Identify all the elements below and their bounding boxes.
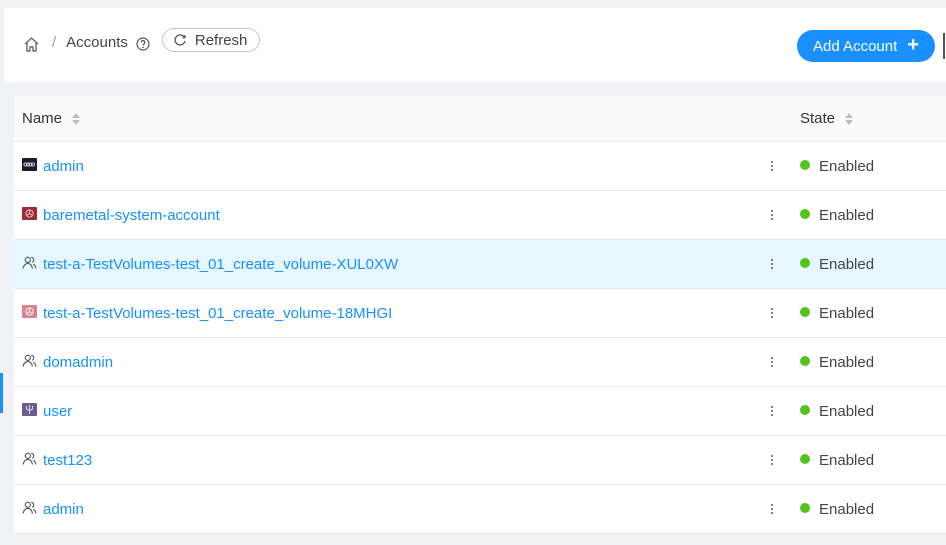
more-actions-icon[interactable] xyxy=(762,448,782,472)
table-row[interactable]: domadmin Enabled xyxy=(14,338,946,387)
state-cell: Enabled xyxy=(800,387,874,435)
user-group-icon xyxy=(22,451,37,466)
more-actions-icon[interactable] xyxy=(762,497,782,521)
status-text: Enabled xyxy=(819,304,875,322)
more-actions-icon[interactable] xyxy=(762,154,782,178)
name-cell: test123 xyxy=(22,436,92,484)
more-actions-icon[interactable] xyxy=(762,350,782,374)
account-name-link[interactable]: baremetal-system-account xyxy=(43,207,220,224)
avatar-pink-emblem-icon xyxy=(22,304,37,318)
more-actions-icon[interactable] xyxy=(762,203,782,227)
state-cell: Enabled xyxy=(800,191,874,239)
account-name-link[interactable]: test123 xyxy=(43,452,92,469)
status-dot-icon xyxy=(800,258,810,268)
page-title: Accounts xyxy=(66,33,128,51)
top-strip xyxy=(0,0,946,8)
account-name-link[interactable]: test-a-TestVolumes-test_01_create_volume… xyxy=(43,256,398,273)
add-account-label: Add Account xyxy=(813,37,898,55)
name-cell: admin xyxy=(22,142,84,190)
name-cell: baremetal-system-account xyxy=(22,191,220,239)
name-cell: test-a-TestVolumes-test_01_create_volume… xyxy=(22,289,392,337)
sidebar-active-indicator xyxy=(0,373,3,413)
status-text: Enabled xyxy=(819,451,875,469)
reload-icon xyxy=(173,33,187,47)
status-dot-icon xyxy=(800,405,810,415)
plus-icon: + xyxy=(907,34,919,56)
name-cell: user xyxy=(22,387,72,435)
state-cell: Enabled xyxy=(800,142,874,190)
column-label-name: Name xyxy=(22,110,63,127)
status-dot-icon xyxy=(800,160,810,170)
account-name-link[interactable]: domadmin xyxy=(43,354,113,371)
account-name-link[interactable]: user xyxy=(43,403,72,420)
column-header-state[interactable]: State xyxy=(800,96,854,141)
state-cell: Enabled xyxy=(800,289,874,337)
user-group-icon xyxy=(22,353,37,368)
table-row[interactable]: test123 Enabled xyxy=(14,436,946,485)
account-name-link[interactable]: admin xyxy=(43,158,84,175)
column-header-name[interactable]: Name xyxy=(22,96,81,141)
name-cell: domadmin xyxy=(22,338,113,386)
avatar-red-emblem-icon xyxy=(22,206,37,220)
status-dot-icon xyxy=(800,209,810,219)
refresh-label: Refresh xyxy=(194,31,248,49)
status-text: Enabled xyxy=(819,206,875,224)
status-text: Enabled xyxy=(819,500,875,518)
name-cell: test-a-TestVolumes-test_01_create_volume… xyxy=(22,240,398,288)
user-group-icon xyxy=(22,255,37,270)
breadcrumb: / Accounts Refresh xyxy=(22,24,261,60)
more-actions-icon[interactable] xyxy=(762,301,782,325)
refresh-button[interactable]: Refresh xyxy=(161,28,261,52)
sort-icon[interactable] xyxy=(845,112,854,125)
status-text: Enabled xyxy=(819,402,875,420)
table-row[interactable]: test-a-TestVolumes-test_01_create_volume… xyxy=(14,289,946,338)
state-cell: Enabled xyxy=(800,485,874,533)
table-body: admin Enabled baremetal-system-account Enab… xyxy=(14,142,946,534)
table-row[interactable]: test-a-TestVolumes-test_01_create_volume… xyxy=(14,240,946,289)
table-header: Name State xyxy=(14,96,946,142)
avatar-audi-icon xyxy=(22,157,37,171)
sort-icon[interactable] xyxy=(72,112,81,125)
table-row[interactable]: admin Enabled xyxy=(14,142,946,191)
status-text: Enabled xyxy=(819,157,875,175)
table-row[interactable]: user Enabled xyxy=(14,387,946,436)
user-group-icon xyxy=(22,500,37,515)
status-dot-icon xyxy=(800,307,810,317)
more-actions-icon[interactable] xyxy=(762,399,782,423)
table-row[interactable]: admin Enabled xyxy=(14,485,946,534)
name-cell: admin xyxy=(22,485,84,533)
table-row[interactable]: baremetal-system-account Enabled xyxy=(14,191,946,240)
status-text: Enabled xyxy=(819,255,875,273)
avatar-trident-icon xyxy=(22,402,37,416)
home-icon[interactable] xyxy=(22,35,40,53)
accounts-table: Name State admin Enabled baremetal-system-… xyxy=(14,96,946,534)
next-toolbar-edge xyxy=(943,33,945,59)
status-dot-icon xyxy=(800,454,810,464)
more-actions-icon[interactable] xyxy=(762,252,782,276)
state-cell: Enabled xyxy=(800,240,874,288)
breadcrumb-separator: / xyxy=(52,33,57,51)
status-text: Enabled xyxy=(819,353,875,371)
add-account-button[interactable]: Add Account + xyxy=(797,30,935,62)
account-name-link[interactable]: test-a-TestVolumes-test_01_create_volume… xyxy=(43,305,392,322)
status-dot-icon xyxy=(800,503,810,513)
state-cell: Enabled xyxy=(800,338,874,386)
account-name-link[interactable]: admin xyxy=(43,501,84,518)
state-cell: Enabled xyxy=(800,436,874,484)
status-dot-icon xyxy=(800,356,810,366)
column-label-state: State xyxy=(800,110,836,127)
question-circle-icon[interactable] xyxy=(136,37,150,51)
